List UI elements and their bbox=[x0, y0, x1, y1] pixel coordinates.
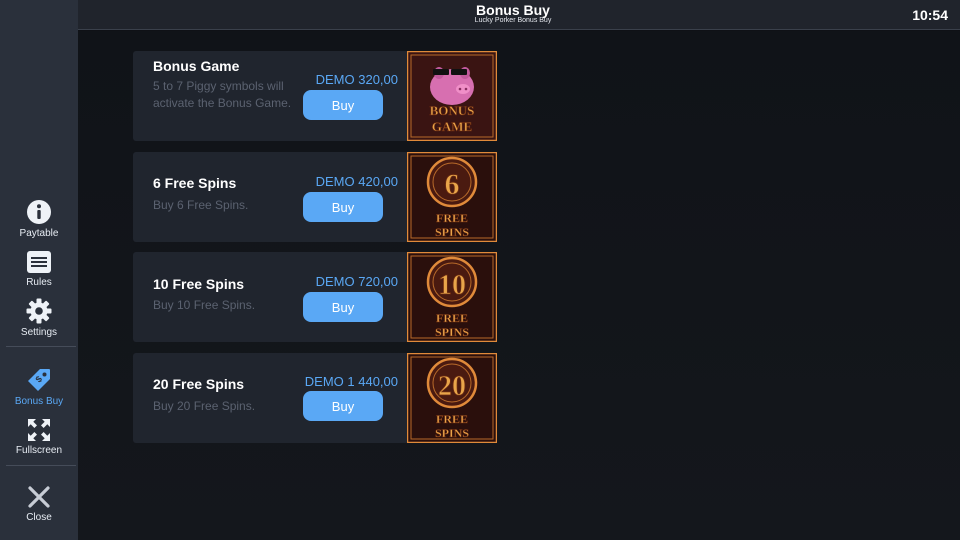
free-spins-20-image[interactable]: 20 FREE SPINS bbox=[407, 353, 497, 443]
close-button[interactable]: Close bbox=[0, 485, 78, 523]
rules-button[interactable]: Rules bbox=[0, 250, 78, 288]
sunglasses-icon bbox=[433, 69, 449, 75]
close-icon bbox=[28, 486, 50, 508]
rules-label: Rules bbox=[26, 277, 52, 288]
buy-button[interactable]: Buy bbox=[303, 391, 383, 421]
image-label: GAME bbox=[432, 119, 472, 134]
bonus-buy-label: Bonus Buy bbox=[14, 396, 64, 407]
image-number: 10 bbox=[438, 270, 466, 301]
option-price: DEMO 720,00 bbox=[315, 274, 398, 289]
option-description: 5 to 7 Piggy symbols will activate the B… bbox=[153, 79, 292, 110]
info-icon bbox=[27, 200, 51, 224]
fullscreen-button[interactable]: Fullscreen bbox=[0, 418, 78, 456]
image-number: 6 bbox=[445, 168, 460, 201]
header-bar: Bonus Buy Lucky Porker Bonus Buy 10:54 bbox=[78, 0, 960, 30]
sidebar-divider bbox=[6, 465, 76, 466]
fullscreen-label: Fullscreen bbox=[15, 445, 63, 456]
image-label: BONUS bbox=[430, 103, 475, 118]
close-label: Close bbox=[26, 512, 52, 523]
buy-button[interactable]: Buy bbox=[303, 90, 383, 120]
settings-label: Settings bbox=[20, 327, 58, 338]
paytable-label: Paytable bbox=[19, 228, 59, 239]
image-label: SPINS bbox=[435, 426, 469, 440]
option-description: Buy 6 Free Spins. bbox=[153, 198, 249, 212]
image-label: FREE bbox=[436, 311, 468, 325]
image-label: SPINS bbox=[435, 325, 469, 339]
bonus-buy-button[interactable]: $ Bonus Buy bbox=[0, 367, 78, 407]
sidebar: Paytable Rules Settings $ Bonus Buy Full… bbox=[0, 0, 78, 540]
option-title: 10 Free Spins bbox=[153, 276, 245, 292]
option-price: DEMO 420,00 bbox=[315, 174, 398, 189]
option-title: 6 Free Spins bbox=[153, 175, 237, 191]
buy-button[interactable]: Buy bbox=[303, 192, 383, 222]
image-label: SPINS bbox=[435, 225, 469, 239]
bonus-buy-panel: Bonus Game 5 to 7 Piggy symbols will act… bbox=[78, 31, 960, 540]
bonus-option-card: Bonus Game 5 to 7 Piggy symbols will act… bbox=[133, 51, 497, 141]
image-number: 20 bbox=[438, 371, 466, 402]
settings-button[interactable]: Settings bbox=[0, 298, 78, 338]
option-description: Buy 10 Free Spins. bbox=[153, 298, 256, 312]
option-title: 20 Free Spins bbox=[153, 376, 245, 392]
gear-icon bbox=[26, 298, 52, 324]
paytable-button[interactable]: Paytable bbox=[0, 199, 78, 239]
bonus-option-card: 6 Free Spins Buy 6 Free Spins. DEMO 420,… bbox=[133, 152, 497, 242]
option-title: Bonus Game bbox=[153, 58, 240, 74]
clock: 10:54 bbox=[912, 7, 948, 23]
image-label: FREE bbox=[436, 412, 468, 426]
bonus-game-image[interactable]: BONUS GAME bbox=[407, 51, 497, 141]
free-spins-6-image[interactable]: 6 FREE SPINS bbox=[407, 152, 497, 242]
page-title: Bonus Buy bbox=[476, 2, 550, 18]
option-price: DEMO 1 440,00 bbox=[304, 374, 398, 389]
rules-icon bbox=[27, 251, 51, 273]
tag-icon: $ bbox=[28, 369, 50, 391]
free-spins-10-image[interactable]: 10 FREE SPINS bbox=[407, 252, 497, 342]
buy-button[interactable]: Buy bbox=[303, 292, 383, 322]
sidebar-divider bbox=[6, 346, 76, 347]
page-subtitle: Lucky Porker Bonus Buy bbox=[474, 17, 552, 24]
fullscreen-icon bbox=[28, 419, 50, 441]
option-price: DEMO 320,00 bbox=[315, 72, 398, 87]
bonus-option-card: 10 Free Spins Buy 10 Free Spins. DEMO 72… bbox=[133, 252, 497, 342]
bonus-option-card: 20 Free Spins Buy 20 Free Spins. DEMO 1 … bbox=[133, 353, 497, 443]
option-description: Buy 20 Free Spins. bbox=[153, 399, 256, 413]
image-label: FREE bbox=[436, 211, 468, 225]
